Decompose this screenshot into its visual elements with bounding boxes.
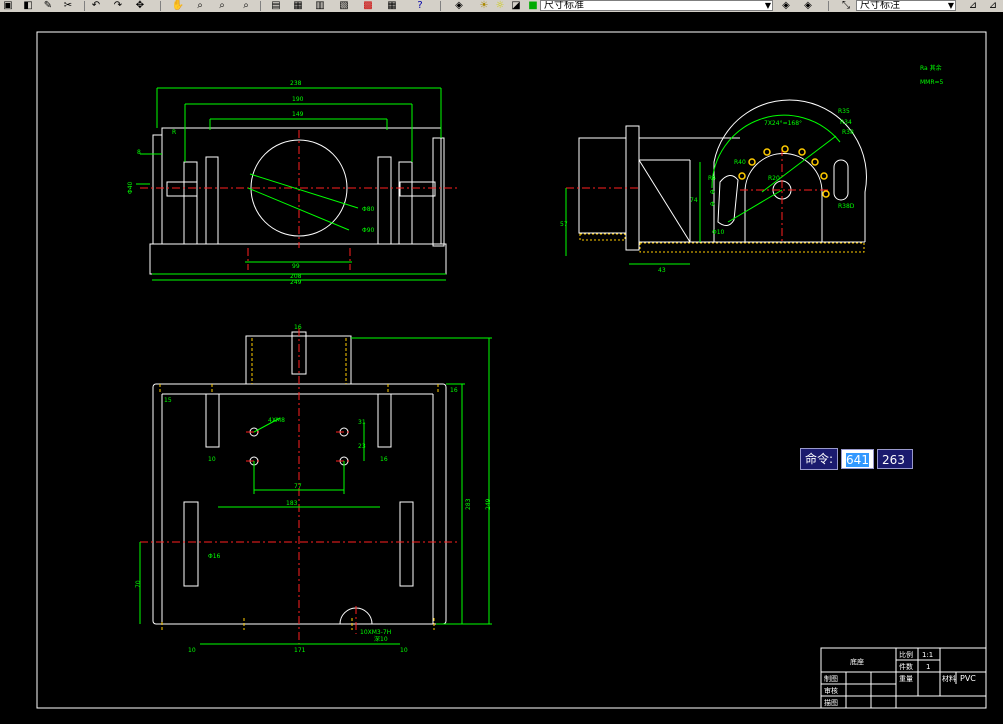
dim-text: 4XM8 (268, 417, 285, 424)
zoom-window-icon[interactable]: ⌕ (194, 0, 206, 11)
dim-text: 57 (560, 221, 568, 228)
part-name: 底座 (850, 657, 864, 666)
dim-text: Φ90 (362, 227, 375, 234)
dim-text: 70 (135, 580, 142, 588)
markup-icon[interactable]: ▩ (362, 0, 374, 11)
command-label: 命令: (800, 447, 839, 470)
dim-text: 10 (188, 647, 196, 654)
print-icon[interactable]: ✎ (42, 0, 54, 11)
dim-text: 10 (208, 456, 216, 463)
coordinate-x-value: 641 (846, 452, 869, 467)
zoom-extents-icon[interactable]: ⌕ (240, 0, 252, 11)
dim-text: Φ16 (208, 553, 221, 560)
chevron-down-icon[interactable]: ▼ (765, 1, 771, 10)
zoom-previous-icon[interactable]: ⌕ (216, 0, 228, 11)
dynamic-input: 命令: 641 263 (800, 447, 913, 470)
checker-label: 审核 (824, 686, 838, 695)
dim-style-combo-value: 尺寸标注 (860, 0, 900, 11)
open-icon[interactable]: ▣ (2, 0, 14, 11)
dim-text: R38D (838, 203, 855, 210)
dim-text: 249 (485, 498, 492, 510)
bulb-icon[interactable]: ☀ (478, 0, 490, 11)
qty-value: 1 (926, 663, 930, 671)
help-icon[interactable]: ? (414, 0, 426, 11)
layer-state-icon[interactable]: ◈ (800, 0, 816, 11)
layer-icon[interactable]: ◈ (452, 0, 466, 11)
dim-text: 249 (290, 279, 302, 286)
dim-text: 77 (294, 483, 302, 490)
pan-icon[interactable]: ✥ (134, 0, 146, 11)
calculator-icon[interactable]: ▦ (386, 0, 398, 11)
dim-text: Φ10 (712, 229, 725, 236)
dim-text: R34 (840, 119, 852, 126)
material-value: PVC (960, 674, 976, 683)
dim-text: 23 (358, 443, 366, 450)
dim-text: 149 (292, 111, 304, 118)
sheet-set-icon[interactable]: ▧ (338, 0, 350, 11)
dim-text: 15 (164, 397, 172, 404)
dim-text: Φ (710, 201, 715, 208)
cut-icon[interactable]: ✂ (62, 0, 74, 11)
dim-text: R40 (734, 159, 746, 166)
tool-palette-icon[interactable]: ▥ (314, 0, 326, 11)
dim-text: Φ80 (362, 206, 375, 213)
dim-style-combo[interactable]: 尺寸标注 ▼ (856, 0, 956, 11)
dim-text: R4 (708, 175, 716, 182)
multileader-icon[interactable]: ⊿ (986, 0, 1000, 11)
undo-icon[interactable]: ↶ (90, 0, 102, 11)
dim-text: 190 (292, 96, 304, 103)
roughness-note: Ra 其余 (920, 64, 942, 72)
coordinate-x-input[interactable]: 641 (841, 448, 874, 469)
weight-label: 重量 (899, 675, 913, 683)
dim-text: 深10 (374, 635, 388, 643)
dim-text: 31 (358, 419, 366, 426)
dim-text: Φ40 (127, 181, 134, 194)
dim-text: R35 (838, 108, 850, 115)
dim-text: 183 (286, 500, 298, 507)
properties-icon[interactable]: ▤ (270, 0, 282, 11)
layer-previous-icon[interactable]: ◈ (778, 0, 794, 11)
dim-text: 283 (465, 498, 472, 510)
qty-label: 件数 (899, 662, 913, 671)
save-icon[interactable]: ◧ (22, 0, 34, 11)
dim-text: 16 (294, 324, 302, 331)
dim-text: 16 (450, 387, 458, 394)
dim-text: 7X24°=168° (764, 120, 802, 127)
roughness-note: MMR=5 (920, 79, 944, 86)
dim-text: R38 (842, 129, 854, 136)
layer-combo-value: 尺寸标准 (544, 0, 584, 11)
dim-text: R (172, 129, 176, 136)
drawing-canvas[interactable]: 238 190 149 Φ80 Φ90 99 208 249 8 Φ40 R 7… (0, 12, 1003, 724)
dim-text: Φ (710, 189, 715, 196)
redo-icon[interactable]: ↷ (112, 0, 124, 11)
dim-text: 8 (137, 149, 141, 156)
chevron-down-icon[interactable]: ▼ (948, 1, 954, 10)
drawer-label: 描图 (824, 698, 838, 707)
designer-label: 制图 (824, 674, 838, 683)
dim-text: 99 (292, 263, 300, 270)
scale-value: 1:1 (922, 651, 933, 659)
coordinate-y-input[interactable]: 263 (876, 448, 913, 469)
dim-text: 171 (294, 647, 306, 654)
design-center-icon[interactable]: ▦ (292, 0, 304, 11)
dim-text: 43 (658, 267, 666, 274)
dim-style-icon[interactable]: ⤡ (840, 0, 852, 11)
scale-label: 比例 (899, 650, 913, 659)
zoom-icon[interactable]: ✋ (172, 0, 184, 11)
dim-text: 74 (690, 197, 698, 204)
dim-text: R20 (768, 175, 780, 182)
dim-text: 16 (380, 456, 388, 463)
dim-text: 238 (290, 80, 302, 87)
layer-combo[interactable]: 尺寸标准 ▼ (540, 0, 773, 11)
dim-text: 10 (400, 647, 408, 654)
dim-text: 10XM3-7H (360, 629, 391, 636)
material-label: 材料 (942, 674, 956, 683)
lock-icon[interactable]: ◪ (510, 0, 522, 11)
sun-icon[interactable]: ☼ (494, 0, 506, 11)
table-style-icon[interactable]: ⊿ (966, 0, 980, 11)
color-swatch-icon[interactable]: ■ (528, 0, 538, 11)
